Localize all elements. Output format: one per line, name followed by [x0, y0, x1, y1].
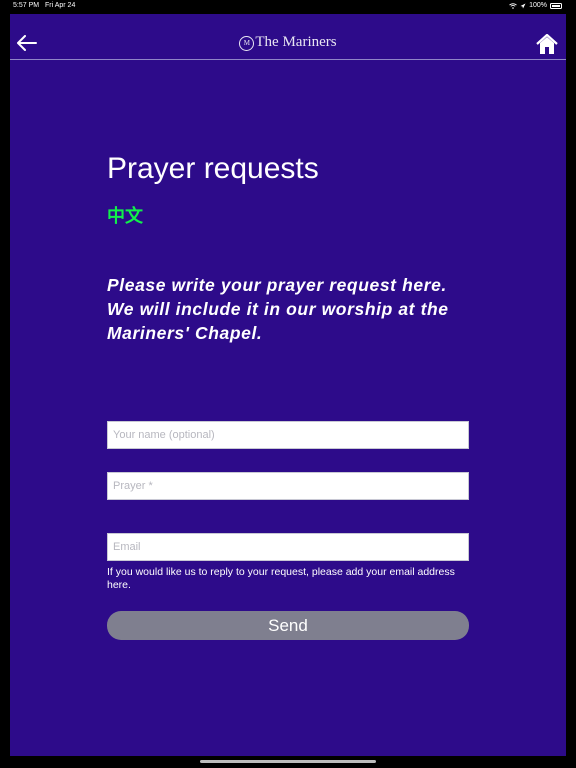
- app-title: M The Mariners: [10, 34, 566, 51]
- mariners-logo: M: [239, 36, 255, 51]
- wifi-icon: [509, 3, 517, 9]
- email-input[interactable]: [107, 533, 469, 561]
- send-button[interactable]: Send: [107, 611, 469, 640]
- app-screen: M The Mariners Prayer requests 中文 Please …: [10, 14, 566, 756]
- email-help-text: If you would like us to reply to your re…: [107, 566, 455, 591]
- status-time: 5:57 PM: [13, 2, 40, 9]
- battery-icon: [550, 3, 562, 9]
- prayer-input[interactable]: [107, 472, 469, 500]
- location-icon: [520, 3, 526, 9]
- status-bar: 5:57 PM Fri Apr 24 100%: [0, 0, 576, 12]
- app-title-text: The Mariners: [255, 34, 337, 50]
- status-indicators: 100%: [509, 0, 562, 12]
- navigation-bar: M The Mariners: [10, 14, 566, 60]
- chinese-language-link[interactable]: 中文: [107, 202, 143, 228]
- battery-percent: 100%: [529, 2, 547, 9]
- home-icon[interactable]: [536, 34, 558, 55]
- status-date: Fri Apr 24: [45, 2, 76, 9]
- home-indicator[interactable]: [200, 760, 376, 763]
- page-title: Prayer requests: [107, 152, 319, 185]
- intro-text: Please write your prayer request here. W…: [107, 273, 457, 345]
- name-input[interactable]: [107, 421, 469, 449]
- intro-line-1: Please write your prayer request here.: [107, 275, 447, 295]
- intro-line-2: We will include it in our worship at the…: [107, 299, 449, 343]
